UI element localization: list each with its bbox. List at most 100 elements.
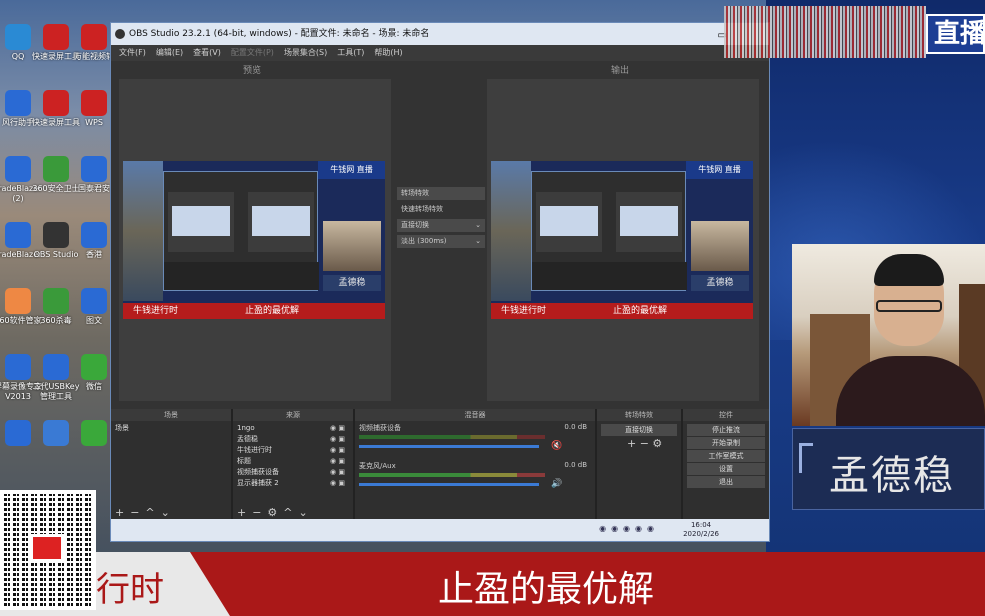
scene-item[interactable]: 场景 — [115, 423, 227, 434]
preview-pane[interactable]: 牛钱网 直播 孟德稳 牛钱进行时 止盈的最优解 — [119, 79, 391, 401]
visibility-icon[interactable]: ◉ ▣ — [330, 478, 345, 489]
app-icon — [5, 288, 31, 314]
sources-dock: 来源 1ngo ◉ ▣ 孟德稳 ◉ ▣ 牛钱进行时 ◉ ▣ 标题 ◉ ▣ 视频捕获设备 ◉ ▣ 显示… — [233, 409, 353, 521]
app-icon — [43, 156, 69, 182]
app-icon — [81, 90, 107, 116]
menu-bar: 文件(F) 编辑(E) 查看(V) 配置文件(P) 场景集合(S) 工具(T) … — [111, 45, 769, 61]
menu-file[interactable]: 文件(F) — [119, 45, 146, 61]
transition-select[interactable]: 直接切换 — [601, 424, 677, 436]
cut-select[interactable]: 直接切换 ⌄ — [397, 219, 485, 232]
app-icon — [5, 24, 31, 50]
lower-left-text: 行时 — [96, 570, 164, 610]
window-title: OBS Studio 23.2.1 (64-bit, windows) - 配置… — [129, 29, 430, 39]
brand-badge: 直播 — [926, 14, 985, 54]
app-icon — [81, 156, 107, 182]
app-icon — [5, 156, 31, 182]
control-button[interactable]: 停止推流 — [687, 424, 765, 436]
lower-third: 行时 止盈的最优解 — [0, 552, 985, 616]
volume-slider[interactable] — [359, 445, 539, 448]
controls-dock: 控件 停止推流 开始录制 工作室模式 设置 退出 — [683, 409, 769, 521]
output-camera — [691, 221, 749, 271]
source-item[interactable]: 孟德稳 ◉ ▣ — [237, 434, 349, 445]
app-icon — [5, 90, 31, 116]
app-icon — [81, 222, 107, 248]
preview-area: 预览 输出 牛钱网 直播 孟德稳 牛钱进行时 止盈的最优解 转场特效⚙ 快速转场特… — [111, 61, 769, 423]
control-button[interactable]: 退出 — [687, 476, 765, 488]
transition-button[interactable]: 转场特效⚙ — [397, 187, 499, 200]
chevron-down-icon: ⌄ — [475, 237, 481, 245]
tray-icons[interactable]: ◉◉◉◉◉ — [599, 524, 659, 533]
qr-logo-icon — [30, 534, 64, 562]
visibility-icon[interactable]: ◉ ▣ — [330, 467, 345, 478]
scenes-dock: 场景 场景 +−^⌄ — [111, 409, 231, 521]
name-plate: 孟德稳 — [792, 428, 985, 510]
preview-brand: 牛钱网 直播 — [318, 161, 385, 179]
scenes-title: 场景 — [111, 409, 231, 421]
qr-code — [0, 490, 96, 610]
source-tools[interactable]: +−⚙^⌄ — [237, 506, 314, 519]
app-icon — [43, 288, 69, 314]
app-icon — [43, 420, 69, 446]
speaker-icon[interactable]: 🔊 — [551, 479, 562, 489]
taskbar: ◉◉◉◉◉ 16:04 2020/2/26 — [111, 519, 769, 541]
menu-scene-collection[interactable]: 场景集合(S) — [284, 45, 327, 61]
mixer-dock: 混音器 视频捕获设备 0.0 dB 🔇 麦克风/Aux 0.0 dB 🔊 — [355, 409, 595, 521]
mixer-channel-db: 0.0 dB — [564, 461, 587, 469]
menu-view[interactable]: 查看(V) — [193, 45, 221, 61]
menu-tools[interactable]: 工具(T) — [337, 45, 364, 61]
lower-right-text: 止盈的最优解 — [438, 569, 655, 610]
mixer-title: 混音器 — [355, 409, 595, 421]
source-item[interactable]: 1ngo ◉ ▣ — [237, 423, 349, 434]
obs-window: OBS Studio 23.2.1 (64-bit, windows) - 配置… — [110, 22, 770, 542]
transition-tools[interactable]: + − ⚙ — [601, 437, 677, 450]
source-item[interactable]: 标题 ◉ ▣ — [237, 456, 349, 467]
chevron-down-icon: ⌄ — [475, 221, 481, 229]
scene-tools[interactable]: +−^⌄ — [115, 506, 176, 519]
docks: 场景 场景 +−^⌄ 来源 1ngo ◉ ▣ 孟德稳 ◉ ▣ 牛钱进行时 ◉ ▣ 标题 ◉ ▣… — [111, 409, 769, 521]
app-icon — [81, 288, 107, 314]
menu-help[interactable]: 帮助(H) — [374, 45, 402, 61]
app-icon — [81, 420, 107, 446]
obs-logo-icon — [115, 29, 125, 39]
output-pane[interactable]: 牛钱网 直播 孟德稳 牛钱进行时 止盈的最优解 — [487, 79, 759, 401]
output-brand: 牛钱网 直播 — [686, 161, 753, 179]
preview-label: 预览 — [243, 66, 262, 76]
mixer-channel-db: 0.0 dB — [564, 423, 587, 431]
controls-title: 控件 — [683, 409, 769, 421]
menu-edit[interactable]: 编辑(E) — [156, 45, 183, 61]
visibility-icon[interactable]: ◉ ▣ — [330, 456, 345, 467]
app-icon — [81, 24, 107, 50]
source-item[interactable]: 视频捕获设备 ◉ ▣ — [237, 467, 349, 478]
logo-noise — [724, 6, 926, 58]
control-button[interactable]: 设置 — [687, 463, 765, 475]
app-icon — [5, 222, 31, 248]
app-icon — [5, 420, 31, 446]
mixer-channel: 视频捕获设备 0.0 dB 🔇 — [359, 423, 591, 457]
preview-name: 孟德稳 — [323, 275, 381, 291]
output-bar-right: 止盈的最优解 — [613, 306, 668, 316]
mixer-channel-name: 麦克风/Aux — [359, 462, 396, 470]
volume-slider[interactable] — [359, 483, 539, 486]
source-item[interactable]: 显示器捕获 2 ◉ ▣ — [237, 478, 349, 489]
app-icon — [43, 222, 69, 248]
source-item[interactable]: 牛钱进行时 ◉ ▣ — [237, 445, 349, 456]
preview-canvas: 牛钱网 直播 孟德稳 牛钱进行时 止盈的最优解 — [123, 161, 385, 319]
visibility-icon[interactable]: ◉ ▣ — [330, 445, 345, 456]
preview-camera — [323, 221, 381, 271]
control-button[interactable]: 开始录制 — [687, 437, 765, 449]
preview-bar-right: 止盈的最优解 — [245, 306, 300, 316]
menu-profile[interactable]: 配置文件(P) — [231, 45, 274, 61]
screen: QQ快速录屏工具万能视频转风行助手快速录屏工具WPSTradeBlazer (2… — [0, 0, 985, 616]
app-icon — [81, 354, 107, 380]
sources-title: 来源 — [233, 409, 353, 421]
output-bar-left: 牛钱进行时 — [501, 306, 547, 316]
visibility-icon[interactable]: ◉ ▣ — [330, 423, 345, 434]
fade-select[interactable]: 淡出 (300ms) ⌄ — [397, 235, 485, 248]
camera-feed — [792, 244, 985, 426]
obs-titlebar[interactable]: OBS Studio 23.2.1 (64-bit, windows) - 配置… — [111, 23, 769, 45]
mute-icon[interactable]: 🔇 — [551, 441, 562, 451]
output-name: 孟德稳 — [691, 275, 749, 291]
preview-bar-left: 牛钱进行时 — [133, 306, 179, 316]
visibility-icon[interactable]: ◉ ▣ — [330, 434, 345, 445]
control-button[interactable]: 工作室模式 — [687, 450, 765, 462]
